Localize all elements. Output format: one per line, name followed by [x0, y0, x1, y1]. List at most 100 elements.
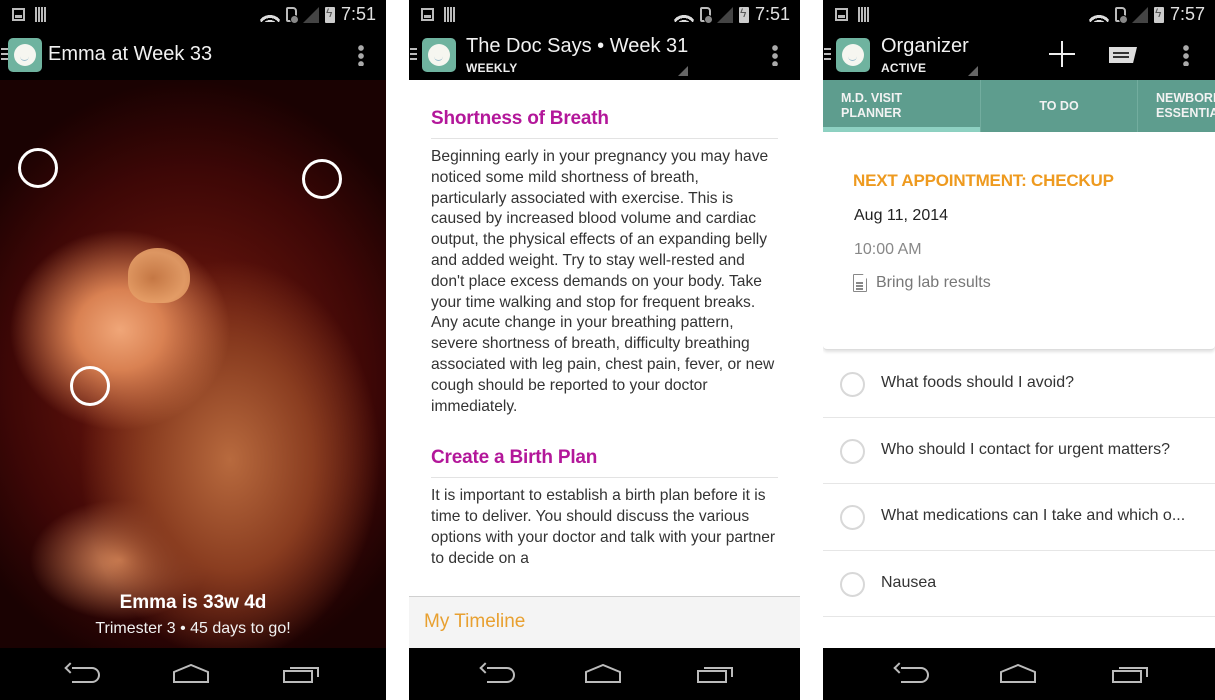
sd-card-icon: [699, 7, 713, 24]
battery-charging-icon: [738, 6, 749, 23]
section-heading: Create a Birth Plan: [431, 447, 778, 479]
action-bar: Emma at Week 33: [0, 30, 386, 80]
list-item[interactable]: What foods should I avoid?: [823, 351, 1215, 418]
drawer-menu-icon[interactable]: [824, 48, 831, 62]
recent-apps-icon[interactable]: [282, 664, 320, 684]
cell-signal-icon: [716, 6, 733, 23]
overflow-menu-icon[interactable]: [358, 44, 364, 66]
tab-md-visit-planner[interactable]: M.D. VISIT PLANNER: [823, 80, 980, 132]
barcode-notification-icon: [35, 7, 47, 22]
action-bar-title[interactable]: Organizer: [881, 35, 969, 58]
action-bar-title[interactable]: The Doc Says • Week 31: [466, 35, 688, 58]
checkbox[interactable]: [840, 438, 865, 464]
recent-apps-icon[interactable]: [1111, 664, 1149, 684]
screen-baby-view: 7:51 Emma at Week 33 Emma is 33w 4d Trim…: [0, 0, 386, 700]
screen-organizer: 7:57 Organizer ACTIVE M.D. VISIT PLANNER…: [823, 0, 1215, 700]
app-logo-icon[interactable]: [8, 38, 42, 72]
checkbox[interactable]: [840, 571, 865, 597]
tab-label: NEWBORN ESSENTIALS: [1156, 91, 1215, 120]
screenshot-notification-icon: [835, 8, 848, 21]
drawer-menu-icon[interactable]: [1, 48, 8, 62]
gestational-age: Emma is 33w 4d: [119, 592, 267, 613]
status-time: 7:51: [340, 4, 376, 24]
home-icon[interactable]: [999, 664, 1037, 684]
info-hotspot[interactable]: [302, 159, 342, 199]
screenshot-notification-icon: [421, 8, 434, 21]
article-content[interactable]: Shortness of Breath Beginning early in y…: [409, 80, 800, 596]
status-bar: 7:51: [0, 0, 386, 30]
checkbox[interactable]: [840, 505, 865, 530]
list-item[interactable]: What medications can I take and which o.…: [823, 484, 1215, 551]
question-list: What foods should I avoid? Who should I …: [823, 351, 1215, 617]
action-bar-title: Emma at Week 33: [48, 43, 213, 65]
spinner-dropdown-icon[interactable]: [678, 66, 688, 76]
list-item-text: What medications can I take and which o.…: [881, 507, 1186, 524]
barcode-notification-icon: [444, 7, 456, 22]
overflow-menu-icon[interactable]: [1183, 44, 1189, 66]
add-icon[interactable]: [1048, 40, 1076, 68]
battery-charging-icon: [324, 6, 335, 23]
status-bar: 7:57: [823, 0, 1215, 30]
list-item-text: What foods should I avoid?: [881, 374, 1075, 391]
wifi-icon: [673, 7, 694, 22]
checkbox[interactable]: [840, 372, 865, 397]
section-heading: Shortness of Breath: [431, 108, 778, 139]
tab-newborn-essentials[interactable]: NEWBORN ESSENTIALS: [1137, 80, 1215, 132]
list-item-text: Who should I contact for urgent matters?: [881, 440, 1171, 458]
appointment-note: Bring lab results: [853, 274, 991, 292]
info-hotspot[interactable]: [18, 148, 58, 188]
appointment-note-text: Bring lab results: [876, 274, 991, 291]
document-icon: [853, 274, 867, 292]
my-timeline-bar[interactable]: My Timeline: [409, 596, 800, 648]
tab-label: M.D. VISIT PLANNER: [841, 91, 903, 120]
recent-apps-icon[interactable]: [696, 664, 734, 684]
sd-card-icon: [285, 7, 299, 24]
system-nav-bar: [823, 648, 1215, 700]
cell-signal-icon: [1131, 6, 1148, 23]
trimester-countdown: Trimester 3 • 45 days to go!: [95, 620, 291, 637]
action-bar-subtitle: WEEKLY: [466, 61, 518, 75]
screen-doc-says: 7:51 The Doc Says • Week 31 WEEKLY Short…: [409, 0, 800, 700]
system-nav-bar: [0, 648, 386, 700]
action-bar: Organizer ACTIVE: [823, 30, 1215, 80]
list-item[interactable]: Who should I contact for urgent matters?: [823, 418, 1215, 484]
appointment-time: 10:00 AM: [854, 241, 922, 258]
system-nav-bar: [409, 648, 800, 700]
status-time: 7:51: [754, 4, 790, 24]
overflow-menu-icon[interactable]: [772, 44, 778, 66]
drawer-menu-icon[interactable]: [410, 48, 417, 62]
wifi-icon: [1088, 7, 1109, 22]
action-bar-subtitle: ACTIVE: [881, 61, 927, 75]
next-appointment-card[interactable]: NEXT APPOINTMENT: CHECKUP Aug 11, 2014 1…: [823, 132, 1215, 350]
app-logo-icon[interactable]: [836, 38, 870, 72]
status-bar: 7:51: [409, 0, 800, 30]
notes-icon[interactable]: [1109, 47, 1137, 63]
battery-charging-icon: [1153, 6, 1164, 23]
back-icon[interactable]: [479, 664, 515, 684]
section-body: It is important to establish a birth pla…: [431, 487, 776, 567]
tab-label: TO DO: [1039, 99, 1079, 113]
list-item-text: Nausea: [881, 573, 937, 591]
info-hotspot[interactable]: [70, 366, 110, 406]
barcode-notification-icon: [858, 7, 870, 22]
cell-signal-icon: [302, 6, 319, 23]
back-icon[interactable]: [64, 664, 100, 684]
appointment-title: NEXT APPOINTMENT: CHECKUP: [853, 171, 1114, 190]
status-time: 7:57: [1169, 4, 1205, 24]
list-item[interactable]: Nausea: [823, 551, 1215, 617]
home-icon[interactable]: [172, 664, 210, 684]
progress-caption: Emma is 33w 4d Trimester 3 • 45 days to …: [0, 592, 386, 638]
back-icon[interactable]: [893, 664, 929, 684]
sd-card-icon: [1114, 7, 1128, 24]
app-logo-icon[interactable]: [422, 38, 456, 72]
my-timeline-link[interactable]: My Timeline: [424, 611, 525, 633]
article-section: Create a Birth Plan It is important to e…: [431, 447, 778, 569]
tab-to-do[interactable]: TO DO: [980, 80, 1137, 132]
section-body: Beginning early in your pregnancy you ma…: [431, 148, 775, 415]
screenshot-notification-icon: [12, 8, 25, 21]
home-icon[interactable]: [584, 664, 622, 684]
fetus-ear-detail: [128, 248, 190, 303]
appointment-date: Aug 11, 2014: [854, 207, 949, 224]
spinner-dropdown-icon[interactable]: [968, 66, 978, 76]
organizer-tabs: M.D. VISIT PLANNER TO DO NEWBORN ESSENTI…: [823, 80, 1215, 132]
